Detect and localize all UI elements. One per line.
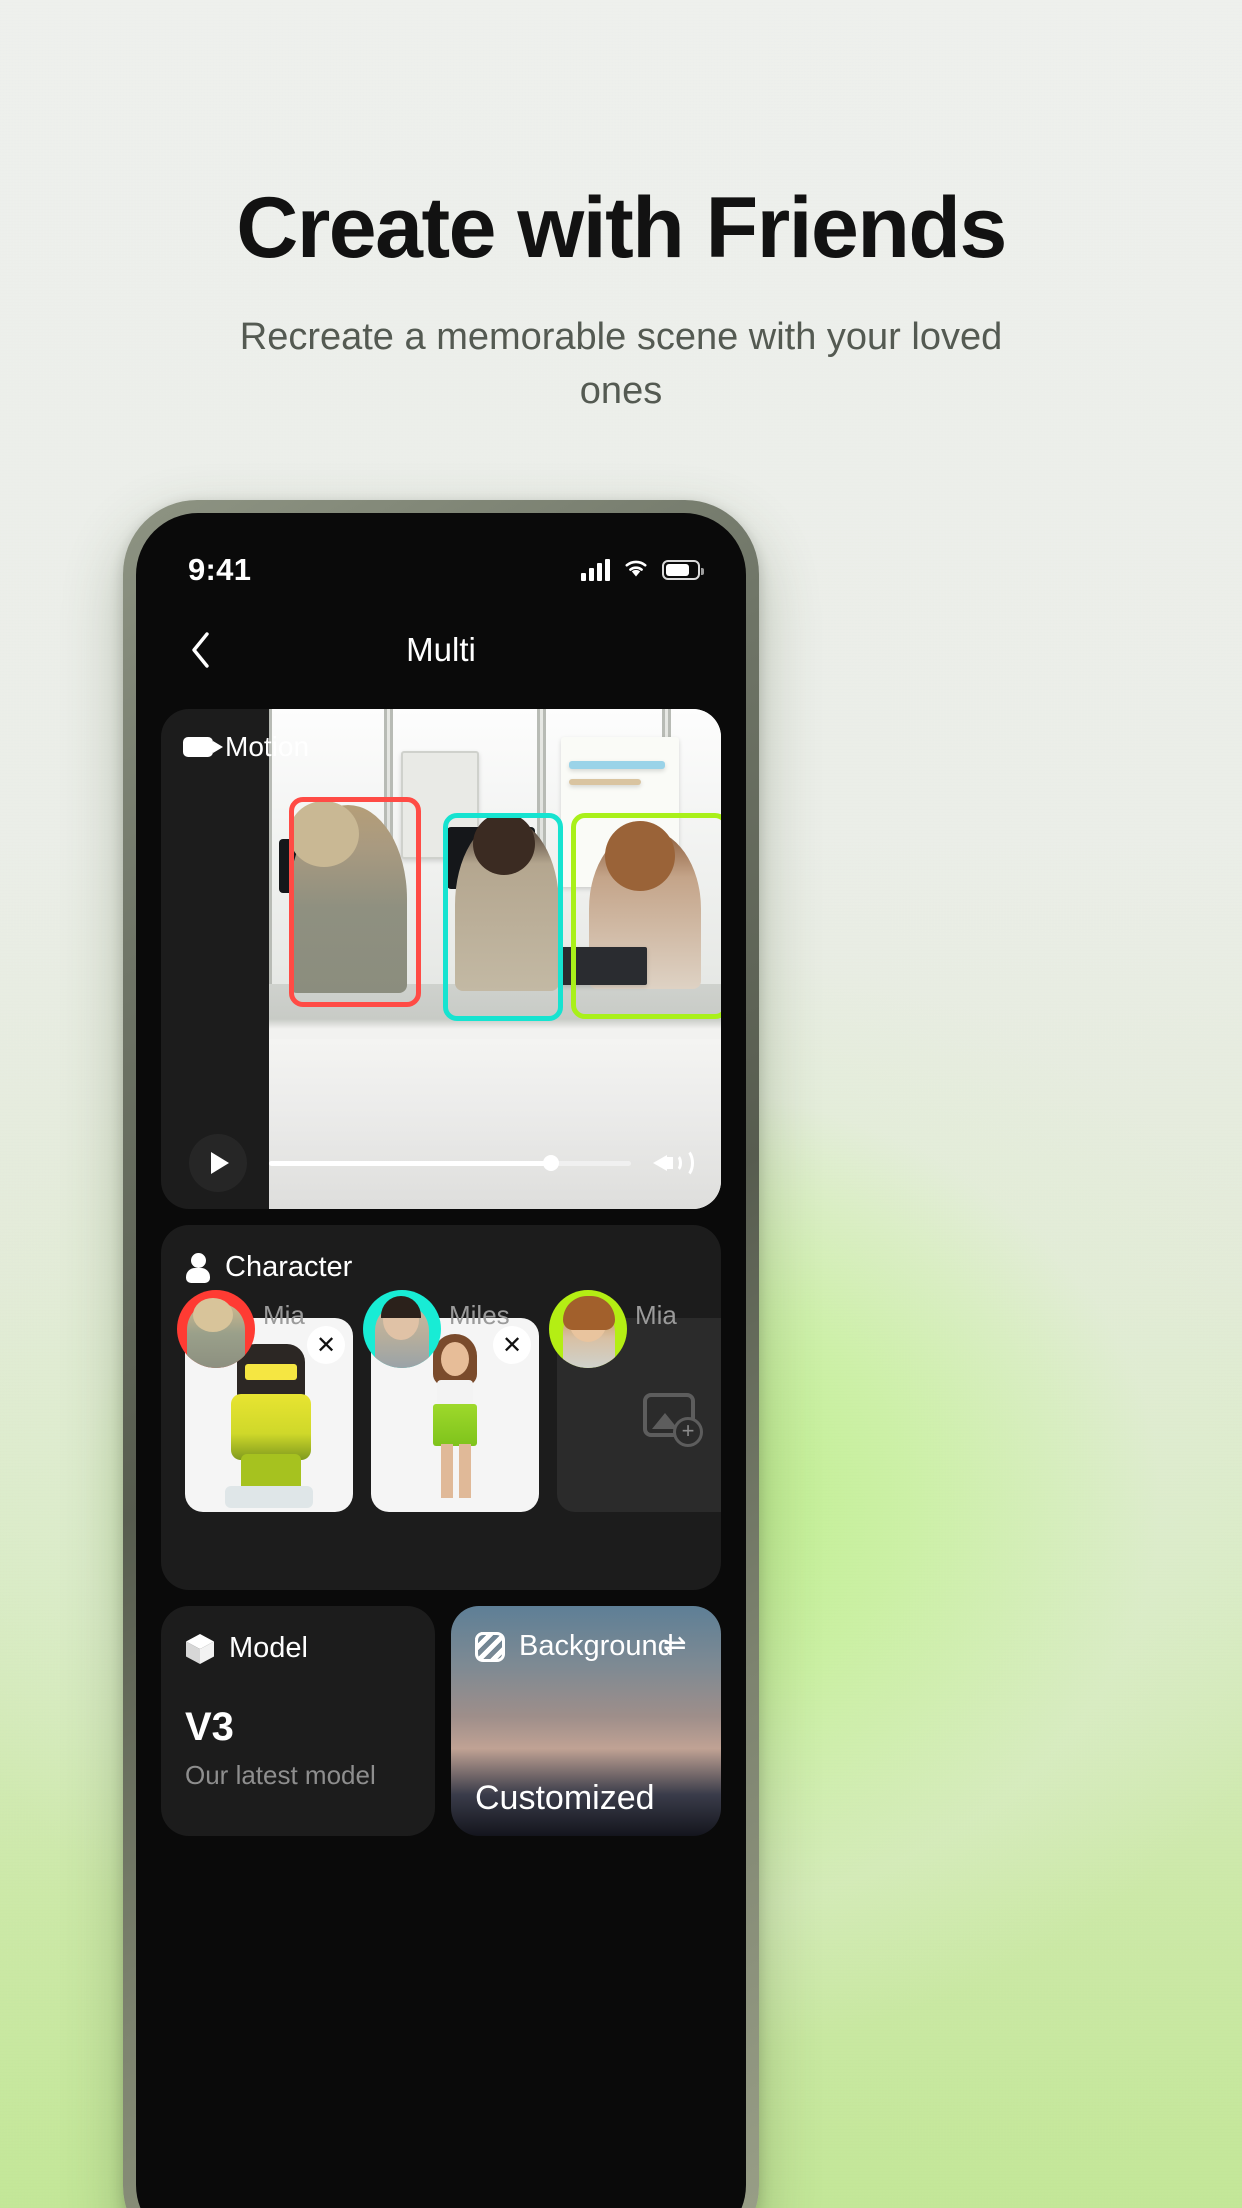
motion-card[interactable]: Motion — [161, 709, 721, 1209]
progress-scrubber[interactable] — [269, 1155, 631, 1171]
avatar[interactable] — [177, 1290, 255, 1368]
volume-button[interactable] — [653, 1146, 694, 1180]
battery-icon — [662, 560, 704, 580]
page-title: Multi — [406, 631, 476, 668]
motion-badge-label: Motion — [225, 731, 310, 762]
character-slot-list: Mia ✕ Miles ✕ Mia + — [177, 1290, 721, 1512]
phone-screen: 9:41 Multi Motion Character Mia ✕ Miles … — [136, 513, 746, 2208]
page-root: Create with Friends Recreate a memorable… — [0, 0, 1242, 2208]
character-name-1: Mia — [263, 1300, 305, 1330]
character-name-2: Miles — [449, 1300, 510, 1330]
hatch-pattern-icon — [475, 1631, 505, 1662]
model-description: Our latest model — [185, 1760, 376, 1790]
play-button[interactable] — [189, 1134, 247, 1192]
image-add-icon — [643, 1393, 703, 1447]
nav-bar: Multi — [136, 605, 746, 695]
wifi-icon — [622, 557, 650, 584]
screen-content: Motion Character Mia ✕ Miles ✕ Mia + Mod… — [136, 695, 746, 1836]
remove-character-1-button[interactable]: ✕ — [307, 1326, 345, 1364]
page-headline: Create with Friends — [236, 180, 1007, 276]
model-value: V3 — [185, 1705, 234, 1749]
selection-box-red[interactable] — [289, 797, 421, 1007]
status-time: 9:41 — [188, 552, 252, 587]
swap-background-button[interactable]: ⇌ — [663, 1631, 697, 1659]
character-card: Character Mia ✕ Miles ✕ Mia + — [161, 1225, 721, 1590]
selection-box-cyan[interactable] — [443, 813, 563, 1021]
remove-character-2-button[interactable]: ✕ — [493, 1326, 531, 1364]
character-slot-3[interactable]: Mia — [549, 1290, 721, 1512]
video-player-controls[interactable] — [161, 1117, 721, 1209]
character-slot-2[interactable]: Miles ✕ — [363, 1290, 539, 1512]
model-card-title: Model — [229, 1632, 308, 1664]
character-card-title: Character — [225, 1251, 353, 1283]
video-camera-icon — [183, 737, 223, 757]
signal-bars-icon — [581, 559, 610, 581]
character-card-header: Character — [185, 1251, 697, 1284]
status-bar: 9:41 — [136, 513, 746, 605]
chevron-left-icon — [192, 632, 209, 668]
back-button[interactable] — [176, 625, 226, 675]
character-slot-1[interactable]: Mia ✕ — [177, 1290, 353, 1512]
model-card-header: Model — [185, 1632, 411, 1665]
status-icons — [581, 557, 704, 584]
avatar[interactable] — [549, 1290, 627, 1368]
background-card[interactable]: Background ⇌ Customized — [451, 1606, 721, 1836]
phone-mockup: 9:41 Multi Motion Character Mia ✕ Miles … — [123, 500, 759, 2208]
character-name-3: Mia — [635, 1300, 677, 1330]
model-card[interactable]: Model V3 Our latest model — [161, 1606, 435, 1836]
background-value: Customized — [475, 1779, 655, 1817]
page-subheadline: Recreate a memorable scene with your lov… — [239, 316, 1003, 412]
selection-box-lime[interactable] — [571, 813, 721, 1019]
person-icon — [185, 1252, 211, 1283]
avatar[interactable] — [363, 1290, 441, 1368]
background-card-header: Background — [475, 1630, 674, 1663]
background-card-title: Background — [519, 1630, 674, 1662]
motion-badge: Motion — [183, 731, 309, 763]
cube-icon — [185, 1633, 215, 1665]
bottom-cards-row: Model V3 Our latest model Background ⇌ C… — [161, 1606, 721, 1836]
